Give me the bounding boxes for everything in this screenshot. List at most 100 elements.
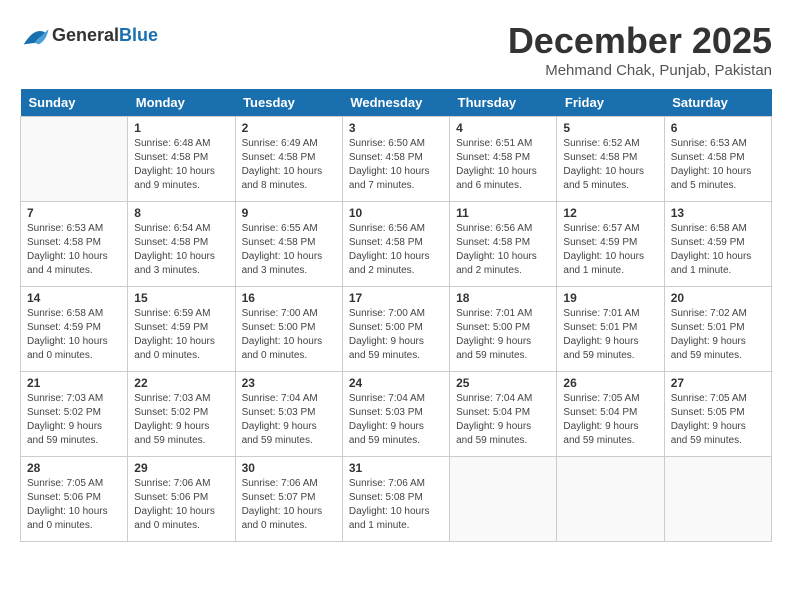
calendar-cell: 5 Sunrise: 6:52 AMSunset: 4:58 PMDaylight… [557,117,664,202]
cell-info: Sunrise: 7:00 AMSunset: 5:00 PMDaylight:… [349,307,443,363]
cell-info: Sunrise: 6:52 AMSunset: 4:58 PMDaylight:… [563,137,657,193]
calendar-header: SundayMondayTuesdayWednesdayThursdayFrid… [21,89,772,117]
calendar-cell: 31 Sunrise: 7:06 AMSunset: 5:08 PMDayligh… [342,457,449,542]
cell-info: Sunrise: 7:03 AMSunset: 5:02 PMDaylight:… [134,392,228,448]
calendar-week-row: 28 Sunrise: 7:05 AMSunset: 5:06 PMDayligh… [21,457,772,542]
cell-info: Sunrise: 6:49 AMSunset: 4:58 PMDaylight:… [242,137,336,193]
calendar-cell [557,457,664,542]
day-number: 7 [27,206,121,220]
calendar-cell: 21 Sunrise: 7:03 AMSunset: 5:02 PMDayligh… [21,372,128,457]
day-number: 21 [27,376,121,390]
calendar-week-row: 21 Sunrise: 7:03 AMSunset: 5:02 PMDayligh… [21,372,772,457]
calendar-cell: 18Sunrise: 7:01 AMSunset: 5:00 PMDayligh… [450,287,557,372]
cell-info: Sunrise: 7:00 AMSunset: 5:00 PMDaylight:… [242,307,336,363]
calendar-cell: 1 Sunrise: 6:48 AMSunset: 4:58 PMDaylight… [128,117,235,202]
calendar-cell: 30 Sunrise: 7:06 AMSunset: 5:07 PMDayligh… [235,457,342,542]
cell-info: Sunrise: 6:54 AMSunset: 4:58 PMDaylight:… [134,222,228,278]
weekday-header: Monday [128,89,235,117]
day-number: 11 [456,206,550,220]
cell-info: Sunrise: 7:04 AMSunset: 5:04 PMDaylight:… [456,392,550,448]
day-number: 3 [349,121,443,135]
calendar-cell: 25 Sunrise: 7:04 AMSunset: 5:04 PMDayligh… [450,372,557,457]
cell-info: Sunrise: 6:55 AMSunset: 4:58 PMDaylight:… [242,222,336,278]
day-number: 10 [349,206,443,220]
day-number: 16 [242,291,336,305]
weekday-header: Friday [557,89,664,117]
calendar-cell: 26 Sunrise: 7:05 AMSunset: 5:04 PMDayligh… [557,372,664,457]
weekday-header: Tuesday [235,89,342,117]
day-number: 12 [563,206,657,220]
calendar-cell: 4 Sunrise: 6:51 AMSunset: 4:58 PMDaylight… [450,117,557,202]
day-number: 20 [671,291,765,305]
cell-info: Sunrise: 6:58 AMSunset: 4:59 PMDaylight:… [27,307,121,363]
day-number: 13 [671,206,765,220]
calendar-cell [664,457,771,542]
cell-info: Sunrise: 7:04 AMSunset: 5:03 PMDaylight:… [349,392,443,448]
day-number: 1 [134,121,228,135]
page-header: GeneralBlue December 2025 Mehmand Chak, … [20,20,772,79]
cell-info: Sunrise: 7:04 AMSunset: 5:03 PMDaylight:… [242,392,336,448]
day-number: 17 [349,291,443,305]
calendar-cell: 10 Sunrise: 6:56 AMSunset: 4:58 PMDayligh… [342,202,449,287]
calendar-cell: 23 Sunrise: 7:04 AMSunset: 5:03 PMDayligh… [235,372,342,457]
calendar-cell: 13 Sunrise: 6:58 AMSunset: 4:59 PMDayligh… [664,202,771,287]
cell-info: Sunrise: 6:50 AMSunset: 4:58 PMDaylight:… [349,137,443,193]
day-number: 5 [563,121,657,135]
cell-info: Sunrise: 6:56 AMSunset: 4:58 PMDaylight:… [349,222,443,278]
calendar-body: 1 Sunrise: 6:48 AMSunset: 4:58 PMDaylight… [21,117,772,542]
day-number: 25 [456,376,550,390]
calendar-cell [450,457,557,542]
logo-icon [20,20,50,50]
calendar-cell: 8 Sunrise: 6:54 AMSunset: 4:58 PMDaylight… [128,202,235,287]
day-number: 30 [242,461,336,475]
logo-blue-text: Blue [119,25,158,46]
logo-general-text: General [52,25,119,46]
cell-info: Sunrise: 6:51 AMSunset: 4:58 PMDaylight:… [456,137,550,193]
weekday-header: Saturday [664,89,771,117]
day-number: 28 [27,461,121,475]
calendar-cell: 15Sunrise: 6:59 AMSunset: 4:59 PMDayligh… [128,287,235,372]
cell-info: Sunrise: 7:06 AMSunset: 5:08 PMDaylight:… [349,477,443,533]
day-number: 26 [563,376,657,390]
cell-info: Sunrise: 7:03 AMSunset: 5:02 PMDaylight:… [27,392,121,448]
day-number: 9 [242,206,336,220]
cell-info: Sunrise: 7:05 AMSunset: 5:06 PMDaylight:… [27,477,121,533]
day-number: 8 [134,206,228,220]
calendar-cell: 29 Sunrise: 7:06 AMSunset: 5:06 PMDayligh… [128,457,235,542]
cell-info: Sunrise: 6:58 AMSunset: 4:59 PMDaylight:… [671,222,765,278]
cell-info: Sunrise: 6:59 AMSunset: 4:59 PMDaylight:… [134,307,228,363]
cell-info: Sunrise: 7:06 AMSunset: 5:06 PMDaylight:… [134,477,228,533]
calendar-cell: 3 Sunrise: 6:50 AMSunset: 4:58 PMDaylight… [342,117,449,202]
cell-info: Sunrise: 6:48 AMSunset: 4:58 PMDaylight:… [134,137,228,193]
cell-info: Sunrise: 7:05 AMSunset: 5:05 PMDaylight:… [671,392,765,448]
cell-info: Sunrise: 6:56 AMSunset: 4:58 PMDaylight:… [456,222,550,278]
day-number: 31 [349,461,443,475]
calendar-cell: 24 Sunrise: 7:04 AMSunset: 5:03 PMDayligh… [342,372,449,457]
cell-info: Sunrise: 7:06 AMSunset: 5:07 PMDaylight:… [242,477,336,533]
day-number: 19 [563,291,657,305]
calendar-cell: 16 Sunrise: 7:00 AMSunset: 5:00 PMDayligh… [235,287,342,372]
calendar-cell: 28 Sunrise: 7:05 AMSunset: 5:06 PMDayligh… [21,457,128,542]
calendar-cell: 20 Sunrise: 7:02 AMSunset: 5:01 PMDayligh… [664,287,771,372]
day-number: 4 [456,121,550,135]
day-number: 22 [134,376,228,390]
day-number: 24 [349,376,443,390]
calendar-cell: 9 Sunrise: 6:55 AMSunset: 4:58 PMDaylight… [235,202,342,287]
day-number: 23 [242,376,336,390]
day-number: 27 [671,376,765,390]
cell-info: Sunrise: 7:02 AMSunset: 5:01 PMDaylight:… [671,307,765,363]
logo: GeneralBlue [20,20,158,50]
calendar-week-row: 1 Sunrise: 6:48 AMSunset: 4:58 PMDaylight… [21,117,772,202]
calendar-cell: 6Sunrise: 6:53 AMSunset: 4:58 PMDaylight… [664,117,771,202]
cell-info: Sunrise: 7:05 AMSunset: 5:04 PMDaylight:… [563,392,657,448]
calendar-cell: 2Sunrise: 6:49 AMSunset: 4:58 PMDaylight… [235,117,342,202]
calendar-table: SundayMondayTuesdayWednesdayThursdayFrid… [20,89,772,542]
day-number: 14 [27,291,121,305]
calendar-cell: 19Sunrise: 7:01 AMSunset: 5:01 PMDayligh… [557,287,664,372]
day-number: 29 [134,461,228,475]
calendar-cell: 11 Sunrise: 6:56 AMSunset: 4:58 PMDayligh… [450,202,557,287]
location-text: Mehmand Chak, Punjab, Pakistan [508,62,772,79]
calendar-cell [21,117,128,202]
cell-info: Sunrise: 6:53 AMSunset: 4:58 PMDaylight:… [27,222,121,278]
weekday-header: Wednesday [342,89,449,117]
